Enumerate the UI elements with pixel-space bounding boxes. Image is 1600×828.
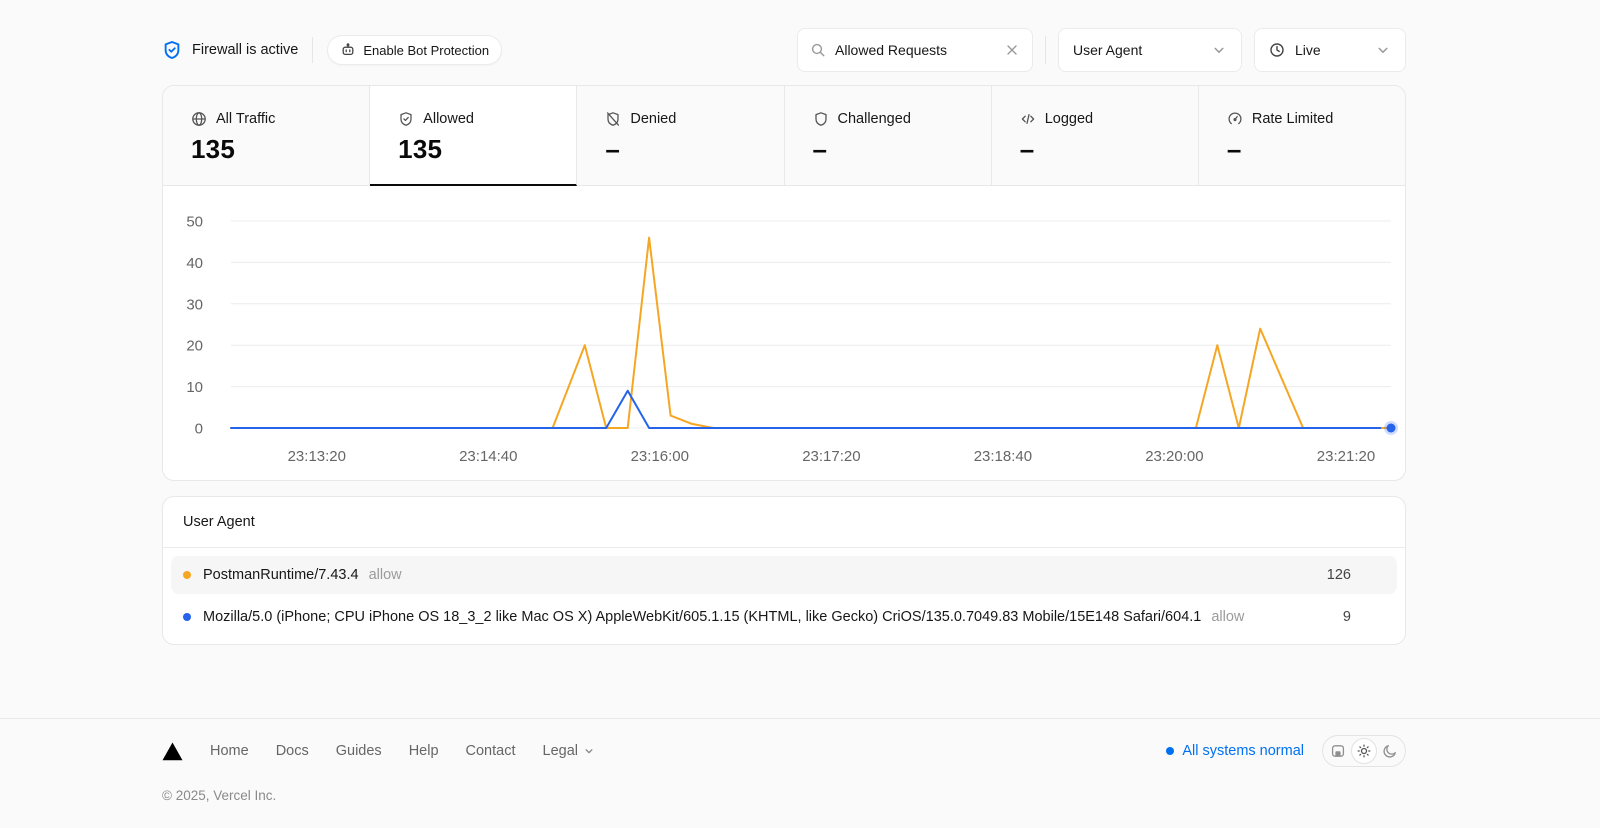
shield-check-icon [162, 40, 182, 60]
system-theme-icon[interactable] [1325, 738, 1351, 764]
shield-check-icon [398, 111, 414, 127]
svg-text:23:20:00: 23:20:00 [1145, 448, 1203, 465]
divider [1045, 36, 1046, 64]
footer-link-home[interactable]: Home [210, 743, 249, 759]
search-input[interactable] [835, 42, 995, 58]
clear-search-icon[interactable] [1004, 42, 1020, 58]
stats-tab-allowed[interactable]: Allowed 135 [370, 86, 577, 186]
search-box[interactable] [797, 28, 1033, 72]
footer-link-docs[interactable]: Docs [276, 743, 309, 759]
series-color-dot [183, 613, 191, 621]
stats-tab-denied[interactable]: Denied – [577, 86, 784, 186]
chevron-down-icon [1375, 42, 1391, 58]
topbar: Firewall is active Enable Bot Protection… [162, 28, 1406, 72]
tab-value: – [813, 134, 991, 165]
copyright: © 2025, Vercel Inc. [162, 788, 1406, 803]
footer-link-legal[interactable]: Legal [543, 743, 595, 759]
svg-text:23:13:20: 23:13:20 [288, 448, 346, 465]
stats-tab-logged[interactable]: Logged – [992, 86, 1199, 186]
user-agent-table: User Agent PostmanRuntime/7.43.4 allow 1… [162, 496, 1406, 645]
svg-text:20: 20 [186, 338, 203, 355]
tab-label: All Traffic [216, 111, 275, 127]
action-label: allow [369, 567, 402, 583]
legal-label: Legal [543, 743, 578, 759]
stats-tab-challenged[interactable]: Challenged – [785, 86, 992, 186]
moon-icon[interactable] [1377, 738, 1403, 764]
clock-icon [1269, 42, 1285, 58]
svg-text:0: 0 [195, 421, 203, 438]
svg-text:50: 50 [186, 214, 203, 231]
tab-label: Allowed [423, 111, 474, 127]
request-count: 126 [1327, 567, 1351, 583]
firewall-status: Firewall is active [162, 40, 298, 60]
tab-value: – [605, 134, 783, 165]
tab-label: Logged [1045, 111, 1093, 127]
footer-link-help[interactable]: Help [409, 743, 439, 759]
tab-value: – [1227, 134, 1405, 165]
tab-label: Denied [630, 111, 676, 127]
svg-text:10: 10 [186, 379, 203, 396]
row-menu-button[interactable] [1377, 571, 1385, 579]
stats-tabs: All Traffic 135 Allowed 135 Denied – Cha… [163, 86, 1405, 186]
tab-value: – [1020, 134, 1198, 165]
traffic-chart: 0 10 20 30 40 50 23:13:20 23:14:40 23:16:00 23:17… [163, 186, 1405, 480]
svg-text:23:14:40: 23:14:40 [459, 448, 517, 465]
globe-icon [191, 111, 207, 127]
filter-dropdown-value: User Agent [1073, 42, 1201, 58]
status-label: All systems normal [1182, 743, 1304, 759]
code-icon [1020, 111, 1036, 127]
line-chart[interactable]: 0 10 20 30 40 50 23:13:20 23:14:40 23:16:00 23:17… [163, 186, 1405, 480]
table-rows: PostmanRuntime/7.43.4 allow 126 Mozilla/… [163, 548, 1405, 644]
tab-label: Rate Limited [1252, 111, 1333, 127]
enable-bot-protection-button[interactable]: Enable Bot Protection [327, 35, 502, 65]
footer-link-contact[interactable]: Contact [466, 743, 516, 759]
time-range-dropdown[interactable]: Live [1254, 28, 1406, 72]
traffic-panel: All Traffic 135 Allowed 135 Denied – Cha… [162, 85, 1406, 481]
theme-toggle [1322, 735, 1406, 767]
filter-dropdown[interactable]: User Agent [1058, 28, 1242, 72]
svg-text:23:18:40: 23:18:40 [974, 448, 1032, 465]
search-icon [810, 42, 826, 58]
shield-icon [813, 111, 829, 127]
user-agent-value: Mozilla/5.0 (iPhone; CPU iPhone OS 18_3_… [203, 609, 1201, 625]
firewall-status-label: Firewall is active [192, 42, 298, 58]
request-count: 9 [1343, 609, 1351, 625]
shield-off-icon [605, 111, 621, 127]
main-content: Firewall is active Enable Bot Protection… [162, 28, 1406, 645]
series-color-dot [183, 571, 191, 579]
svg-text:30: 30 [186, 296, 203, 313]
user-agent-value: PostmanRuntime/7.43.4 [203, 567, 359, 583]
enable-bot-protection-label: Enable Bot Protection [363, 43, 489, 58]
footer-link-guides[interactable]: Guides [336, 743, 382, 759]
gauge-icon [1227, 111, 1243, 127]
svg-text:23:17:20: 23:17:20 [802, 448, 860, 465]
divider [312, 37, 313, 63]
footer: Home Docs Guides Help Contact Legal All … [0, 718, 1600, 828]
table-row[interactable]: PostmanRuntime/7.43.4 allow 126 [171, 556, 1397, 594]
action-label: allow [1211, 609, 1244, 625]
tab-value: 135 [191, 134, 369, 165]
table-row[interactable]: Mozilla/5.0 (iPhone; CPU iPhone OS 18_3_… [171, 598, 1397, 636]
bot-icon [340, 42, 356, 58]
svg-text:40: 40 [186, 255, 203, 272]
sun-icon[interactable] [1351, 738, 1377, 764]
table-header: User Agent [163, 497, 1405, 548]
stats-tab-all-traffic[interactable]: All Traffic 135 [163, 86, 370, 186]
status-dot [1166, 747, 1174, 755]
svg-text:23:21:20: 23:21:20 [1317, 448, 1375, 465]
chevron-down-icon [583, 745, 595, 757]
tab-value: 135 [398, 134, 576, 165]
system-status-link[interactable]: All systems normal [1166, 743, 1304, 759]
tab-label: Challenged [838, 111, 911, 127]
svg-text:23:16:00: 23:16:00 [631, 448, 689, 465]
vercel-logo [162, 742, 183, 761]
time-range-value: Live [1295, 42, 1365, 58]
chevron-down-icon [1211, 42, 1227, 58]
row-menu-button[interactable] [1377, 613, 1385, 621]
stats-tab-rate-limited[interactable]: Rate Limited – [1199, 86, 1405, 186]
